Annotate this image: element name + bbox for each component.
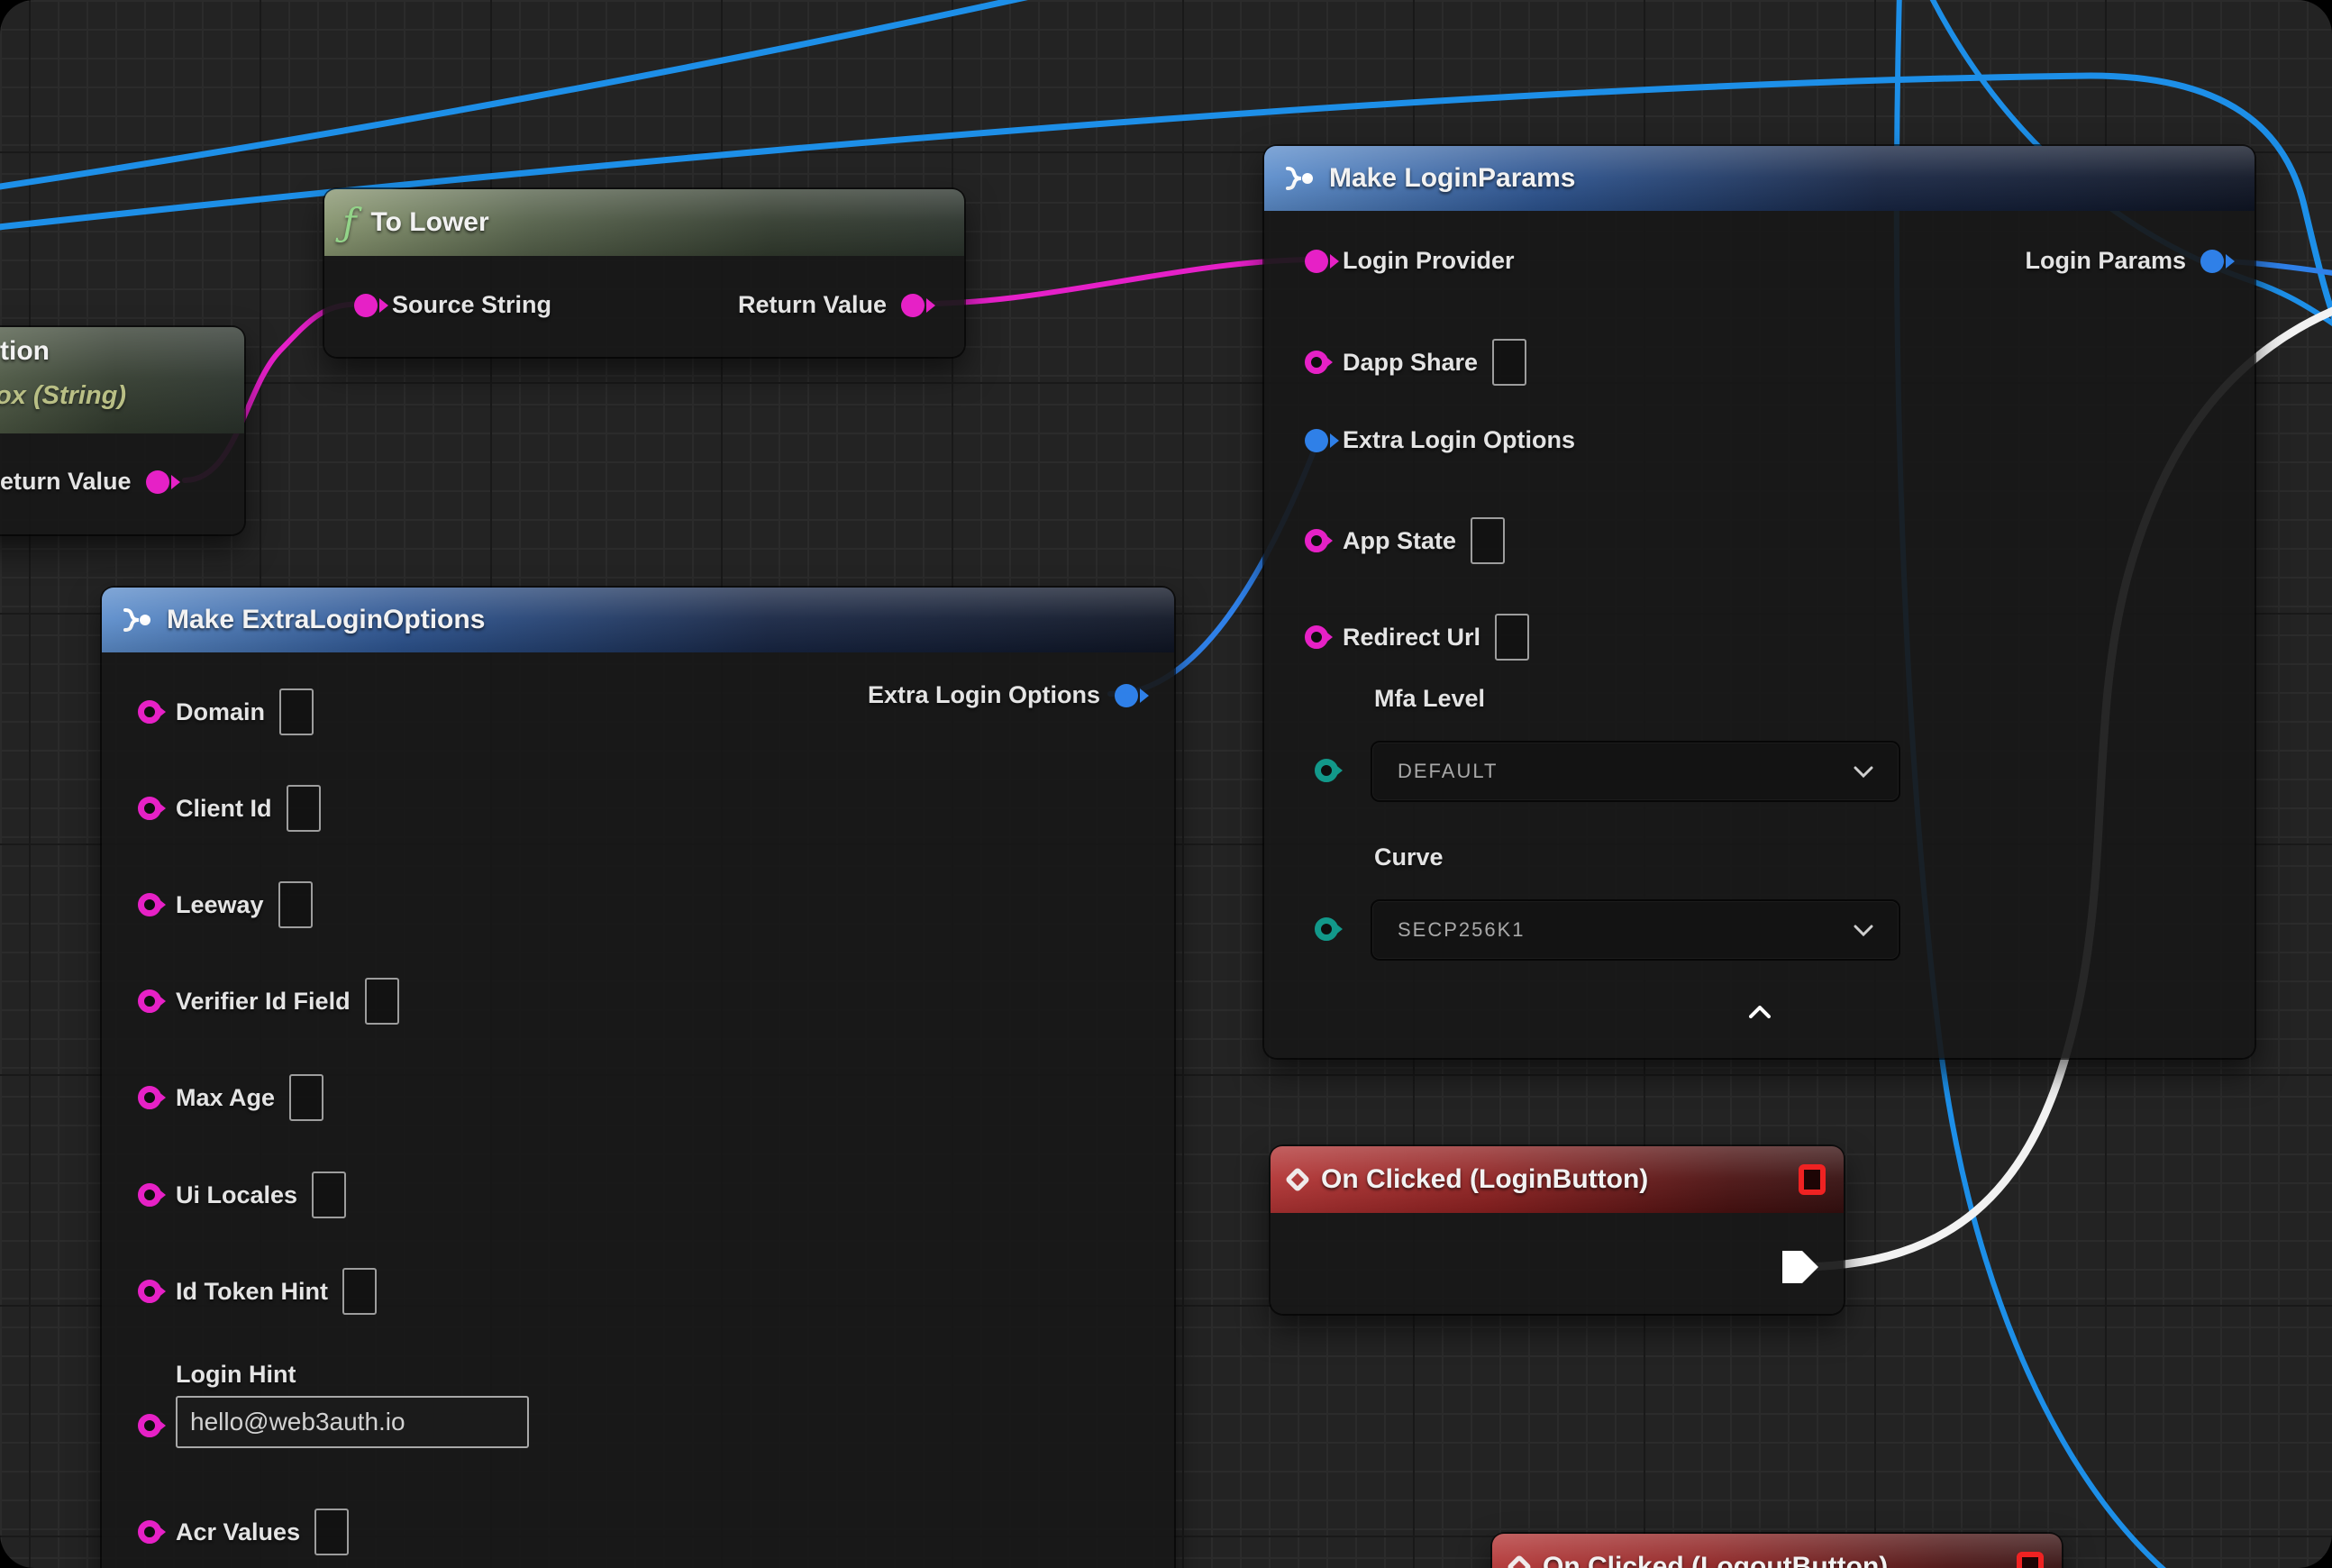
node-on-clicked-login-header[interactable]: On Clicked (LoginButton) — [1271, 1146, 1844, 1213]
client-id-pin[interactable] — [138, 797, 161, 820]
app-state-label: App State — [1343, 527, 1456, 555]
event-diamond-icon — [1285, 1167, 1310, 1192]
node-make-extra-login-options-header[interactable]: Make ExtraLoginOptions — [102, 588, 1174, 652]
dapp-share-input[interactable] — [1492, 339, 1526, 386]
login-hint-label: Login Hint — [176, 1361, 529, 1389]
node-on-clicked-logout-button[interactable]: On Clicked (LogoutButton) — [1492, 1534, 2062, 1568]
node-partial-function-subtitle: ox (String) — [0, 381, 126, 411]
source-string-label: Source String — [392, 291, 551, 319]
wire-blue-diagonal-1[interactable] — [0, 0, 1054, 189]
client-id-input[interactable] — [287, 785, 321, 832]
widget-bound-icon — [2017, 1552, 2044, 1568]
node-make-login-params-title: Make LoginParams — [1329, 163, 1575, 194]
node-on-clicked-login-button[interactable]: On Clicked (LoginButton) — [1271, 1146, 1844, 1314]
acr-values-pin[interactable] — [138, 1520, 161, 1544]
domain-label: Domain — [176, 698, 265, 726]
node-to-lower-title: To Lower — [371, 207, 489, 238]
partial-return-value-label: eturn Value — [0, 468, 132, 496]
node-make-login-params[interactable]: Make LoginParams Login Provider Login Pa… — [1264, 146, 2255, 1058]
ui-locales-label: Ui Locales — [176, 1181, 297, 1209]
exec-output-pin[interactable] — [1782, 1251, 1818, 1283]
extra-login-options-out-label: Extra Login Options — [868, 681, 1100, 709]
mfa-level-dropdown[interactable]: DEFAULT — [1371, 741, 1900, 802]
extra-login-options-in-pin[interactable] — [1305, 429, 1328, 452]
node-partial-function[interactable]: tion ox (String) eturn Value — [0, 327, 244, 534]
redirect-url-pin[interactable] — [1305, 625, 1328, 649]
id-token-hint-input[interactable] — [342, 1268, 377, 1315]
client-id-label: Client Id — [176, 795, 272, 823]
mfa-level-value: DEFAULT — [1398, 760, 1498, 783]
acr-values-input[interactable] — [314, 1509, 349, 1555]
node-on-clicked-logout-title: On Clicked (LogoutButton) — [1543, 1552, 1888, 1568]
curve-value: SECP256K1 — [1398, 918, 1526, 942]
node-partial-function-header[interactable]: tion ox (String) — [0, 327, 244, 433]
max-age-pin[interactable] — [138, 1086, 161, 1109]
domain-pin[interactable] — [138, 700, 161, 724]
login-hint-input[interactable] — [176, 1396, 529, 1448]
curve-dropdown[interactable]: SECP256K1 — [1371, 899, 1900, 961]
verifier-id-field-input[interactable] — [365, 978, 399, 1025]
dapp-share-label: Dapp Share — [1343, 349, 1478, 377]
id-token-hint-pin[interactable] — [138, 1280, 161, 1303]
extra-login-options-in-label: Extra Login Options — [1343, 426, 1575, 454]
return-value-pin[interactable] — [901, 294, 925, 317]
curve-pin[interactable] — [1315, 917, 1338, 941]
domain-input[interactable] — [279, 688, 314, 735]
ui-locales-pin[interactable] — [138, 1183, 161, 1207]
node-to-lower[interactable]: ƒ To Lower Source String Return Value — [324, 189, 964, 357]
partial-return-value-pin[interactable] — [146, 470, 169, 494]
leeway-input[interactable] — [278, 881, 313, 928]
node-partial-function-title: tion — [0, 336, 50, 367]
collapse-pins-button[interactable] — [1733, 998, 1787, 1026]
node-on-clicked-logout-header[interactable]: On Clicked (LogoutButton) — [1492, 1534, 2062, 1568]
redirect-url-label: Redirect Url — [1343, 624, 1480, 652]
chevron-down-icon — [1854, 766, 1873, 778]
make-struct-icon — [1282, 164, 1315, 193]
node-make-extra-login-options-title: Make ExtraLoginOptions — [167, 605, 485, 635]
node-make-login-params-header[interactable]: Make LoginParams — [1264, 146, 2255, 211]
chevron-up-icon — [1749, 1006, 1771, 1018]
function-icon: ƒ — [342, 204, 357, 242]
ui-locales-input[interactable] — [312, 1171, 346, 1218]
login-hint-pin[interactable] — [138, 1414, 161, 1437]
curve-label: Curve — [1374, 843, 1444, 871]
mfa-level-label: Mfa Level — [1374, 685, 1485, 713]
login-provider-pin[interactable] — [1305, 250, 1328, 273]
return-value-label: Return Value — [738, 291, 887, 319]
wire-tolower-to-login-provider[interactable] — [908, 260, 1317, 304]
verifier-id-field-label: Verifier Id Field — [176, 988, 351, 1016]
login-provider-label: Login Provider — [1343, 247, 1515, 275]
blueprint-graph-canvas[interactable]: tion ox (String) eturn Value ƒ To Lower … — [0, 0, 2332, 1568]
max-age-label: Max Age — [176, 1084, 275, 1112]
chevron-down-icon — [1854, 925, 1873, 936]
login-params-out-label: Login Params — [2025, 247, 2186, 275]
id-token-hint-label: Id Token Hint — [176, 1278, 328, 1306]
widget-bound-icon — [1799, 1164, 1826, 1195]
leeway-pin[interactable] — [138, 893, 161, 916]
leeway-label: Leeway — [176, 891, 264, 919]
app-state-pin[interactable] — [1305, 529, 1328, 552]
event-diamond-icon — [1507, 1554, 1532, 1568]
max-age-input[interactable] — [289, 1074, 323, 1121]
verifier-id-field-pin[interactable] — [138, 989, 161, 1013]
make-struct-icon — [120, 606, 152, 634]
redirect-url-input[interactable] — [1495, 614, 1529, 661]
node-on-clicked-login-title: On Clicked (LoginButton) — [1321, 1164, 1648, 1195]
source-string-pin[interactable] — [354, 294, 378, 317]
extra-login-options-out-pin[interactable] — [1115, 684, 1138, 707]
node-to-lower-header[interactable]: ƒ To Lower — [324, 189, 964, 256]
acr-values-label: Acr Values — [176, 1518, 300, 1546]
app-state-input[interactable] — [1471, 517, 1505, 564]
node-make-extra-login-options[interactable]: Make ExtraLoginOptions Extra Login Optio… — [102, 588, 1174, 1568]
dapp-share-pin[interactable] — [1305, 351, 1328, 374]
mfa-level-pin[interactable] — [1315, 759, 1338, 782]
login-params-out-pin[interactable] — [2200, 250, 2224, 273]
